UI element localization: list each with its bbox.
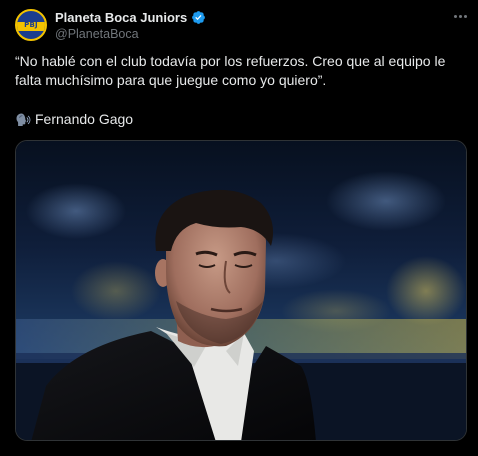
more-options-icon[interactable] <box>450 8 470 24</box>
author-name-row: Planeta Boca Juniors <box>55 10 206 25</box>
tweet-card[interactable]: PBJ Planeta Boca Juniors @PlanetaBoca “N… <box>0 0 478 456</box>
attribution-line: Fernando Gago <box>15 110 133 129</box>
tweet-text: “No hablé con el club todavía por los re… <box>15 53 446 88</box>
speaking-head-icon <box>16 113 31 126</box>
author-display-name[interactable]: Planeta Boca Juniors <box>55 10 187 25</box>
coach-photo-illustration <box>16 141 466 440</box>
avatar-logo-text: PBJ <box>24 21 38 29</box>
avatar[interactable]: PBJ <box>15 9 47 41</box>
verified-badge-icon <box>192 11 206 24</box>
attribution-name: Fernando Gago <box>35 111 134 127</box>
author-handle[interactable]: @PlanetaBoca <box>55 27 139 41</box>
tweet-photo[interactable] <box>15 140 467 441</box>
